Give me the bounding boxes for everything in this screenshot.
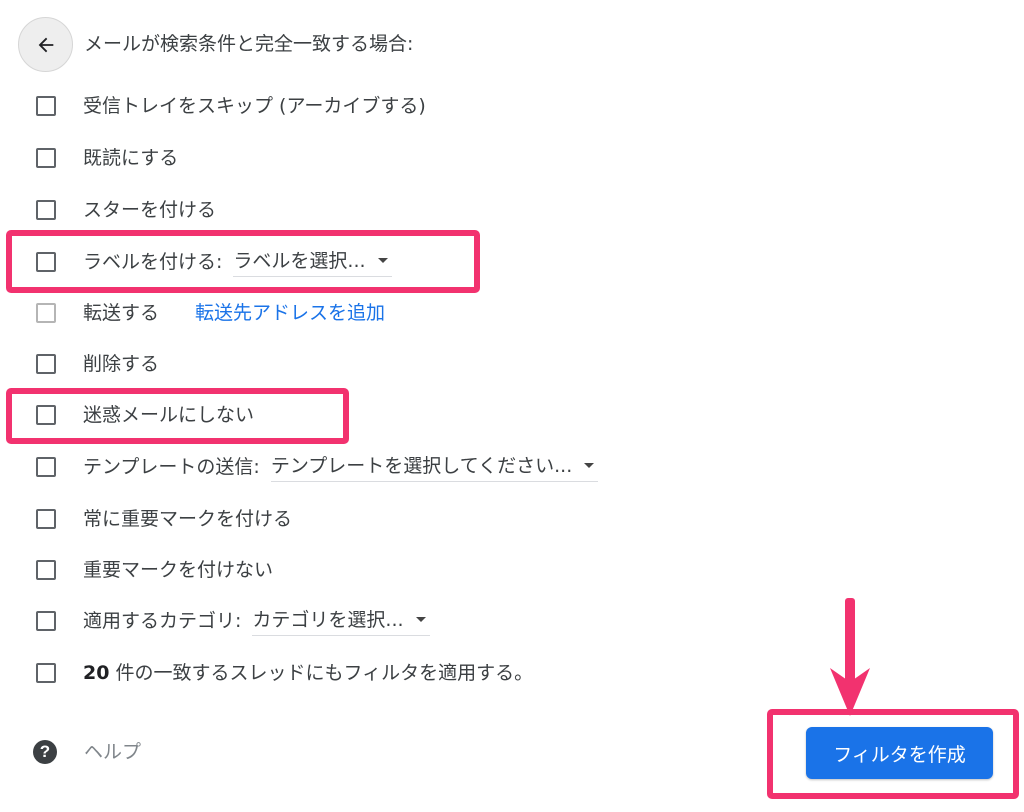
question-circle-icon[interactable]: ?	[33, 740, 57, 764]
option-label: 削除する	[83, 353, 160, 375]
option-label: 受信トレイをスキップ (アーカイブする)	[83, 95, 426, 117]
option-apply-label[interactable]: ラベルを付ける: ラベルを選択...	[36, 244, 392, 280]
mark-as-read-checkbox[interactable]	[36, 148, 56, 168]
option-label: 転送する	[83, 302, 160, 324]
never-spam-checkbox[interactable]	[36, 405, 56, 425]
send-template-checkbox[interactable]	[36, 457, 56, 477]
dropdown-caret-icon	[584, 463, 595, 468]
label-select[interactable]: ラベルを選択...	[233, 248, 392, 277]
category-select[interactable]: カテゴリを選択...	[252, 607, 430, 636]
skip-inbox-checkbox[interactable]	[36, 96, 56, 116]
apply-to-matching-checkbox[interactable]	[36, 663, 56, 683]
option-skip-inbox[interactable]: 受信トレイをスキップ (アーカイブする)	[36, 88, 426, 124]
option-label: 重要マークを付けない	[83, 559, 274, 581]
arrow-left-icon	[38, 37, 53, 52]
option-label: テンプレートの送信:	[83, 456, 260, 478]
star-checkbox[interactable]	[36, 200, 56, 220]
option-label: 迷惑メールにしない	[83, 404, 255, 426]
option-delete[interactable]: 削除する	[36, 346, 159, 382]
option-always-important[interactable]: 常に重要マークを付ける	[36, 501, 292, 537]
apply-to-matching-text: 件の一致するスレッドにもフィルタを適用する。	[109, 662, 534, 684]
option-star[interactable]: スターを付ける	[36, 192, 216, 228]
delete-checkbox[interactable]	[36, 354, 56, 374]
back-button[interactable]	[18, 17, 73, 72]
dropdown-caret-icon	[377, 258, 388, 263]
matching-thread-count: 20	[83, 662, 110, 684]
template-select-value: テンプレートを選択してください...	[270, 454, 573, 477]
option-mark-as-read[interactable]: 既読にする	[36, 140, 178, 176]
create-filter-button[interactable]: フィルタを作成	[806, 727, 993, 779]
help-link[interactable]: ヘルプ	[84, 739, 141, 765]
template-select[interactable]: テンプレートを選択してください...	[270, 453, 599, 482]
criteria-header: メールが検索条件と完全一致する場合:	[84, 33, 414, 55]
option-label: 既読にする	[83, 147, 179, 169]
label-select-value: ラベルを選択...	[233, 249, 366, 272]
forward-checkbox[interactable]	[36, 303, 56, 323]
option-never-spam[interactable]: 迷惑メールにしない	[36, 397, 254, 433]
option-label: 20 件の一致するスレッドにもフィルタを適用する。	[83, 660, 533, 686]
filter-actions-panel: メールが検索条件と完全一致する場合: 受信トレイをスキップ (アーカイブする) …	[0, 0, 1024, 812]
apply-label-checkbox[interactable]	[36, 252, 56, 272]
option-categorize[interactable]: 適用するカテゴリ: カテゴリを選択...	[36, 603, 430, 639]
always-important-checkbox[interactable]	[36, 509, 56, 529]
option-label: スターを付ける	[83, 199, 217, 221]
option-label: ラベルを付ける:	[83, 251, 223, 273]
option-forward[interactable]: 転送する 転送先アドレスを追加	[36, 295, 385, 331]
dropdown-caret-icon	[415, 617, 426, 622]
option-never-important[interactable]: 重要マークを付けない	[36, 552, 273, 588]
never-important-checkbox[interactable]	[36, 560, 56, 580]
option-send-template[interactable]: テンプレートの送信: テンプレートを選択してください...	[36, 449, 599, 485]
add-forwarding-address-link[interactable]: 転送先アドレスを追加	[195, 300, 385, 326]
category-select-value: カテゴリを選択...	[252, 608, 404, 631]
categorize-checkbox[interactable]	[36, 611, 56, 631]
option-label: 常に重要マークを付ける	[83, 508, 293, 530]
down-arrow-icon	[830, 598, 870, 716]
option-label: 適用するカテゴリ:	[83, 610, 242, 632]
option-apply-to-matching[interactable]: 20 件の一致するスレッドにもフィルタを適用する。	[36, 655, 533, 691]
